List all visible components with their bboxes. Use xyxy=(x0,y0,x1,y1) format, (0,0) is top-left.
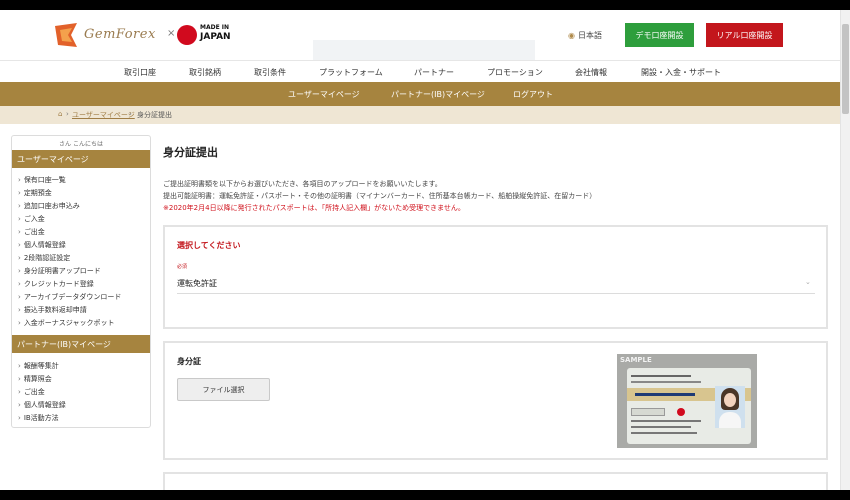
sample-label: SAMPLE xyxy=(620,356,652,364)
document-select-card: 選択してください 必須 運転免許証 ⌄ xyxy=(163,225,828,329)
nav-item-accounts[interactable]: 取引口座 xyxy=(124,67,156,78)
sidebar-item-deposit-term[interactable]: 定期預金 xyxy=(18,188,52,198)
language-selector[interactable]: ◉ 日本語 xyxy=(568,30,602,41)
scrollbar[interactable] xyxy=(840,10,850,490)
select-label: 選択してください xyxy=(177,241,241,250)
document-type-select[interactable]: 運転免許証 xyxy=(177,278,217,289)
file-select-button[interactable]: ファイル選択 xyxy=(177,378,270,401)
nav-item-conditions[interactable]: 取引条件 xyxy=(254,67,286,78)
sidebar-item-rewards[interactable]: 報酬等集計 xyxy=(18,361,59,371)
id-upload-card: 身分証 ファイル選択 SAMPLE xyxy=(163,341,828,460)
passport-warning: ※2020年2月4日以降に発行されたパスポートは、「所持人記入欄」がないため受理… xyxy=(163,204,465,212)
sidebar-item-jackpot[interactable]: 入金ボーナスジャックポット xyxy=(18,318,115,328)
globe-icon: ◉ xyxy=(568,31,575,40)
nav-item-support[interactable]: 開設・入金・サポート xyxy=(641,67,721,78)
subnav-partner-mypage[interactable]: パートナー(IB)マイページ xyxy=(391,89,485,100)
subnav-logout[interactable]: ログアウト xyxy=(513,89,553,100)
breadcrumb-separator: › xyxy=(129,110,132,118)
made-in-text: MADE IN xyxy=(200,24,230,31)
nav-item-partner[interactable]: パートナー xyxy=(414,67,454,78)
sidebar-user-heading: ユーザーマイページ xyxy=(12,150,150,168)
gemforex-logo[interactable]: GemForex × MADE IN JAPAN xyxy=(52,21,232,49)
sidebar-item-2fa[interactable]: 2段階認証設定 xyxy=(18,253,70,263)
sidebar-item-fee-refund[interactable]: 振込手数料返却申請 xyxy=(18,305,87,315)
sample-license-image: SAMPLE xyxy=(617,354,757,448)
breadcrumb-current: 身分証提出 xyxy=(137,111,172,119)
window-top-bar xyxy=(0,0,850,10)
intro-documents: 提出可能証明書：運転免許証・パスポート・その他の証明書（マイナンバーカード、住所… xyxy=(163,192,597,200)
logo-text: GemForex xyxy=(84,27,156,42)
license-card-illustration xyxy=(627,368,751,444)
demo-account-button[interactable]: デモ口座開設 xyxy=(625,23,694,47)
portrait-photo xyxy=(715,386,745,428)
sidebar-item-partner-withdraw[interactable]: ご出金 xyxy=(18,387,45,397)
greeting: さん こんにちは xyxy=(59,141,103,148)
subnav-user-mypage[interactable]: ユーザーマイページ xyxy=(288,89,360,100)
sidebar-item-accounts[interactable]: 保有口座一覧 xyxy=(18,175,66,185)
sidebar-partner-heading: パートナー(IB)マイページ xyxy=(12,335,150,353)
sidebar-item-id-upload[interactable]: 身分証明書アップロード xyxy=(18,266,101,276)
japan-flag-icon xyxy=(177,25,197,45)
made-in-japan: MADE IN JAPAN xyxy=(200,25,231,42)
nav-item-platform[interactable]: プラットフォーム xyxy=(319,67,383,78)
nav-item-promotion[interactable]: プロモーション xyxy=(487,67,543,78)
faded-banner xyxy=(313,40,535,62)
breadcrumb-separator: › xyxy=(66,110,69,118)
required-badge: 必須 xyxy=(177,264,188,270)
sidebar-item-add-account[interactable]: 追加口座お申込み xyxy=(18,201,80,211)
scrollbar-thumb[interactable] xyxy=(842,24,849,114)
sidebar-item-archive[interactable]: アーカイブデータダウンロード xyxy=(18,292,122,302)
sidebar-item-personal-info[interactable]: 個人情報登録 xyxy=(18,240,66,250)
chevron-down-icon[interactable]: ⌄ xyxy=(805,278,811,286)
stamp-icon xyxy=(677,408,685,416)
intro-text: ご提出証明書類を以下からお選びいただき、各項目のアップロードをお願いいたします。 xyxy=(163,180,442,188)
language-label: 日本語 xyxy=(577,31,602,40)
sub-nav: ユーザーマイページ パートナー(IB)マイページ ログアウト xyxy=(0,82,840,106)
sidebar: さん こんにちは ユーザーマイページ 保有口座一覧 定期預金 追加口座お申込み … xyxy=(11,135,151,428)
sidebar-item-deposit[interactable]: ご入金 xyxy=(18,214,45,224)
main-nav: 取引口座 取引銘柄 取引条件 プラットフォーム パートナー プロモーション 会社… xyxy=(0,60,840,82)
logo-times: × xyxy=(167,28,176,39)
gemforex-g-icon xyxy=(55,23,77,47)
sidebar-item-ib-method[interactable]: IB活動方法 xyxy=(18,413,59,423)
sidebar-item-settlement[interactable]: 精算照会 xyxy=(18,374,52,384)
id-card-title: 身分証 xyxy=(177,357,201,366)
window-bottom-bar xyxy=(0,490,850,500)
select-underline xyxy=(177,293,815,294)
breadcrumb-mypage-link[interactable]: ユーザーマイページ xyxy=(72,110,135,120)
real-account-button[interactable]: リアル口座開設 xyxy=(706,23,783,47)
sidebar-item-partner-info[interactable]: 個人情報登録 xyxy=(18,400,66,410)
home-icon[interactable]: ⌂ xyxy=(58,110,62,118)
japan-text: JAPAN xyxy=(200,32,231,42)
page-title: 身分証提出 xyxy=(163,146,218,159)
sidebar-item-credit-card[interactable]: クレジットカード登録 xyxy=(18,279,94,289)
nav-item-company[interactable]: 会社情報 xyxy=(575,67,607,78)
sidebar-item-withdraw[interactable]: ご出金 xyxy=(18,227,45,237)
breadcrumb: ⌂ › ユーザーマイページ › 身分証提出 xyxy=(0,106,840,124)
nav-item-instruments[interactable]: 取引銘柄 xyxy=(189,67,221,78)
